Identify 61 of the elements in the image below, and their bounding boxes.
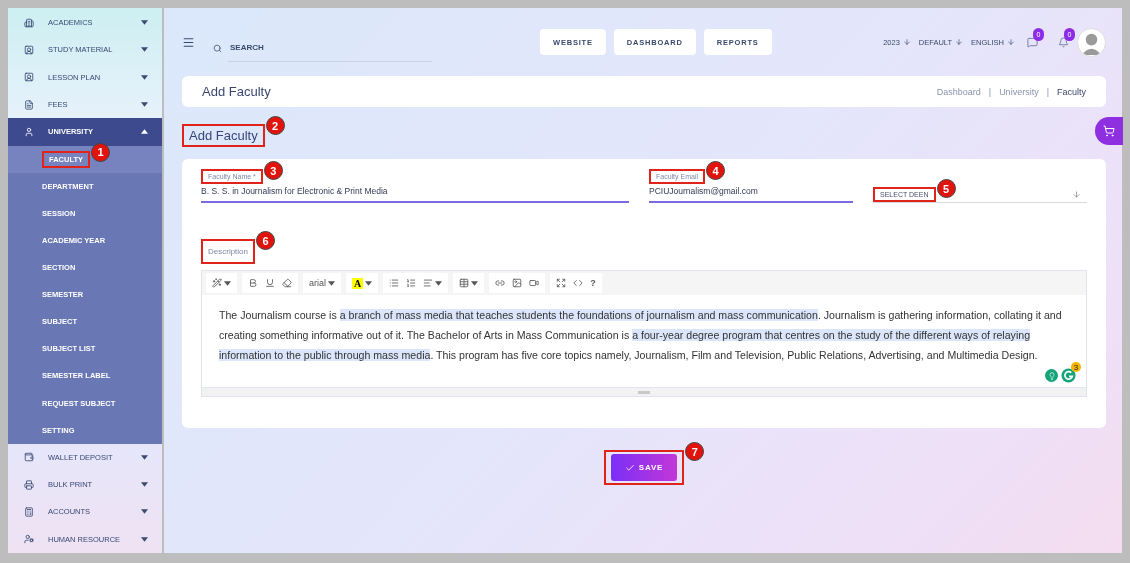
arrow-down-icon <box>1072 190 1081 199</box>
message-icon[interactable] <box>1027 36 1038 48</box>
breadcrumb-link[interactable]: Faculty <box>1057 86 1086 97</box>
expand-icon <box>556 278 567 288</box>
video-icon <box>529 278 540 288</box>
resize-handle[interactable] <box>202 387 1086 396</box>
field-label: Description <box>208 246 248 258</box>
cart-icon <box>1103 125 1115 137</box>
magic-wand-icon <box>212 278 222 288</box>
caret-icon <box>328 280 335 286</box>
caret-icon <box>141 536 148 542</box>
count-badge: 3 <box>1071 362 1081 372</box>
caret-icon <box>141 509 148 515</box>
save-button[interactable]: SAVE <box>610 454 678 481</box>
caret-icon <box>141 102 148 108</box>
caret-icon <box>141 74 148 80</box>
bullet-list-icon <box>389 278 400 288</box>
arrow-down-icon <box>902 38 911 46</box>
caret-icon <box>141 454 148 460</box>
caret-icon <box>435 280 443 286</box>
underline-icon <box>265 278 275 288</box>
annotation-number: 2 <box>265 116 285 135</box>
search-icon <box>213 43 222 53</box>
caret-icon <box>224 280 231 286</box>
breadcrumb-separator: | <box>988 86 992 97</box>
annotation-number: 6 <box>256 231 275 250</box>
code-icon <box>573 278 584 288</box>
table-icon <box>459 278 470 288</box>
description-text: The Journalism course is a branch of mass media that teaches students the foundations of journalism and mass communication. Journalism is gathering information, collating it and creating something informative out of it. The Bachelor of Arts in Mass Communication is a four-year degree program that centres on the study of the different ways of relaying information to the public through mass media. This program has five core topics namely, Journalism, Film and Television, Public Relations, Advertising, and Multimedia Design. <box>219 308 1063 363</box>
align-left-icon <box>423 278 434 288</box>
lightbulb-button[interactable] <box>1045 369 1058 382</box>
numbered-list-icon <box>406 278 417 288</box>
lightbulb-icon <box>1047 371 1056 380</box>
annotation-number: 3 <box>263 161 283 180</box>
arrow-down-icon <box>955 38 964 46</box>
input-field[interactable]: PCIUJournalism@gmail.com <box>649 184 853 203</box>
annotation-number: 5 <box>936 179 956 198</box>
caret-icon <box>365 280 373 286</box>
breadcrumb-separator: | <box>1046 86 1049 97</box>
annotation-number: 7 <box>685 442 705 461</box>
caret-icon <box>141 20 148 26</box>
page-title: Add Faculty <box>202 84 271 99</box>
help-tool[interactable]: ? <box>588 274 598 292</box>
caret-icon <box>141 482 148 488</box>
eraser-icon <box>282 278 292 288</box>
bold-icon <box>248 278 258 288</box>
caret-icon <box>471 280 479 286</box>
search-field[interactable]: SEARCH <box>228 34 432 62</box>
input-field[interactable]: B. S. S. in Journalism for Electronic & Print Media <box>201 184 629 203</box>
annotation-number: 4 <box>706 161 725 180</box>
caret-icon <box>141 129 148 135</box>
assistant-icon[interactable] <box>1061 368 1076 383</box>
avatar[interactable] <box>1077 27 1106 57</box>
image-icon <box>512 278 523 288</box>
caret-icon <box>141 47 148 53</box>
check-icon <box>624 462 635 473</box>
arrow-down-icon <box>1007 38 1015 46</box>
cart-button[interactable] <box>1095 117 1123 145</box>
notification-icon[interactable] <box>1058 36 1069 48</box>
link-icon <box>495 278 506 288</box>
section-heading: Add Faculty <box>189 128 258 143</box>
